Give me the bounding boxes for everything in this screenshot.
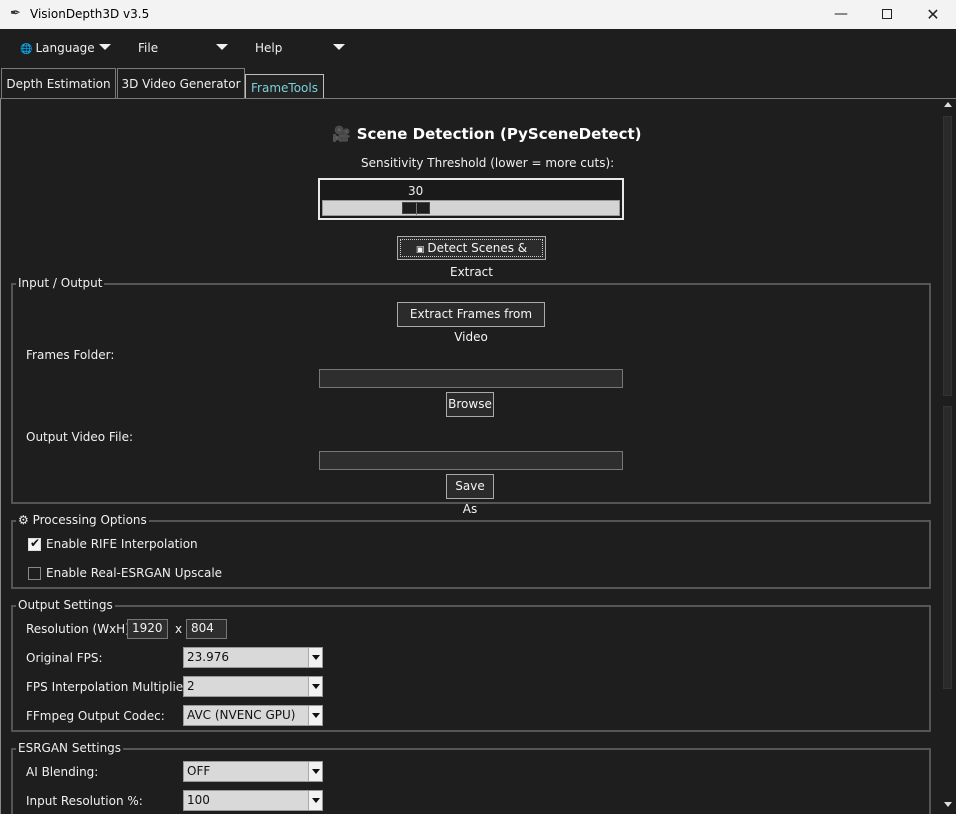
dropdown-arrow-icon[interactable]	[308, 677, 322, 696]
globe-icon: 🌐	[20, 44, 33, 55]
ai-blending-label: AI Blending:	[26, 765, 99, 779]
codec-select[interactable]: AVC (NVENC GPU)	[183, 705, 323, 726]
esrgan-checkbox[interactable]	[28, 567, 41, 580]
resolution-label: Resolution (WxH):	[26, 622, 134, 636]
menu-help-label: Help	[255, 41, 283, 55]
original-fps-label: Original FPS:	[26, 651, 103, 665]
menu-language-label: Language	[35, 41, 95, 55]
movie-camera-icon: 🎥	[332, 125, 351, 143]
tab-3d-video-generator[interactable]: 3D Video Generator	[117, 68, 245, 99]
ai-blending-select[interactable]: OFF	[183, 761, 323, 782]
width-input[interactable]: 1920	[127, 619, 168, 639]
esrgan-label[interactable]: Enable Real-ESRGAN Upscale	[46, 566, 222, 580]
codec-value: AVC (NVENC GPU)	[187, 708, 296, 722]
scroll-up-arrow-icon[interactable]	[944, 102, 952, 107]
browse-button[interactable]: Browse	[446, 392, 494, 417]
input-resolution-select[interactable]: 100	[183, 790, 323, 811]
fps-multiplier-value: 2	[187, 679, 195, 693]
gear-icon: ⚙	[18, 513, 29, 527]
dropdown-arrow-icon[interactable]	[308, 791, 322, 810]
ai-blending-value: OFF	[187, 764, 211, 778]
feather-icon: ✒	[10, 6, 21, 21]
maximize-icon	[882, 9, 892, 19]
fps-multiplier-label: FPS Interpolation Multiplier:	[26, 680, 192, 694]
slider-value: 30	[408, 184, 424, 198]
window-title: VisionDepth3D v3.5	[30, 7, 150, 21]
menu-file-label: File	[138, 41, 159, 55]
tab-frametools[interactable]: FrameTools	[245, 74, 324, 99]
menu-help[interactable]: Help	[255, 41, 345, 55]
tab-bar: Depth Estimation 3D Video Generator Fram…	[0, 67, 956, 99]
slider-track[interactable]	[322, 200, 620, 216]
menu-file[interactable]: File	[138, 41, 228, 55]
output-video-file-label: Output Video File:	[26, 430, 134, 444]
chevron-down-icon	[99, 44, 111, 50]
rife-label[interactable]: Enable RIFE Interpolation	[46, 537, 198, 551]
frames-folder-label: Frames Folder:	[26, 348, 115, 362]
menu-bar: 🌐 Language File Help	[0, 29, 956, 67]
input-resolution-value: 100	[187, 793, 210, 807]
minimize-button[interactable]: —	[818, 0, 864, 29]
detect-scenes-button[interactable]: ▣ Detect Scenes & Extract	[397, 236, 546, 279]
resolution-separator: x	[175, 622, 183, 636]
dropdown-arrow-icon[interactable]	[308, 648, 322, 667]
sponge-icon: ▣	[415, 245, 425, 255]
original-fps-select[interactable]: 23.976	[183, 647, 323, 668]
close-button[interactable]: ✕	[910, 0, 956, 29]
original-fps-value: 23.976	[187, 650, 229, 664]
input-output-legend: Input / Output	[16, 276, 105, 290]
scroll-down-arrow-icon[interactable]	[944, 802, 952, 807]
maximize-button[interactable]	[864, 0, 910, 29]
output-settings-legend: Output Settings	[16, 598, 115, 612]
esrgan-settings-legend: ESRGAN Settings	[16, 741, 124, 755]
codec-label: FFmpeg Output Codec:	[26, 709, 165, 723]
slider-handle[interactable]	[402, 202, 430, 215]
sensitivity-slider[interactable]: 30	[318, 178, 624, 220]
extract-frames-button[interactable]: Extract Frames from Video	[397, 302, 545, 344]
save-as-button[interactable]: Save As	[446, 474, 494, 516]
processing-options-legend-text: Processing Options	[32, 513, 147, 527]
height-input[interactable]: 804	[186, 619, 227, 639]
title-bar: ✒ VisionDepth3D v3.5 — ✕	[0, 0, 956, 29]
esrgan-settings-group	[11, 748, 931, 814]
scene-detection-title-text: Scene Detection (PySceneDetect)	[356, 125, 642, 143]
output-video-file-input[interactable]	[319, 451, 623, 470]
sensitivity-label: Sensitivity Threshold (lower = more cuts…	[361, 156, 615, 170]
frames-folder-input[interactable]	[319, 369, 623, 388]
chevron-down-icon	[216, 44, 228, 50]
tab-depth-estimation[interactable]: Depth Estimation	[1, 68, 116, 99]
dropdown-arrow-icon[interactable]	[308, 762, 322, 781]
chevron-down-icon	[333, 44, 345, 50]
scene-detection-title: 🎥 Scene Detection (PySceneDetect)	[332, 125, 642, 143]
dropdown-arrow-icon[interactable]	[308, 706, 322, 725]
rife-checkbox[interactable]	[28, 536, 41, 551]
input-resolution-label: Input Resolution %:	[26, 794, 143, 808]
scrollbar-track[interactable]	[943, 406, 952, 689]
menu-language[interactable]: 🌐 Language	[20, 41, 111, 55]
vertical-scrollbar[interactable]	[940, 99, 956, 814]
processing-options-legend: ⚙ Processing Options	[16, 513, 149, 527]
scrollbar-thumb[interactable]	[943, 116, 952, 396]
fps-multiplier-select[interactable]: 2	[183, 676, 323, 697]
